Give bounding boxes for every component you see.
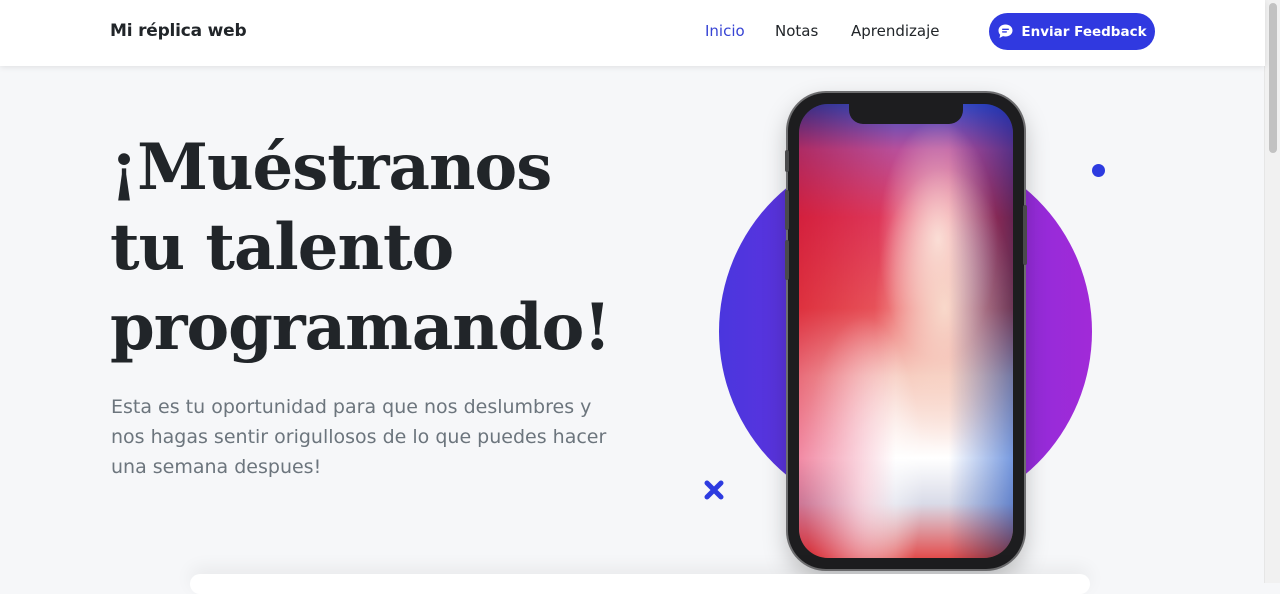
nav-link-aprendizaje[interactable]: Aprendizaje <box>851 22 940 40</box>
phone-notch <box>849 104 963 124</box>
hero-subtitle: Esta es tu oportunidad para que nos desl… <box>111 396 607 478</box>
navbar: Mi réplica web Inicio Notas Aprendizaje … <box>0 0 1265 66</box>
nav-link-inicio[interactable]: Inicio <box>705 22 745 40</box>
hero-title-line-2: tu talento <box>110 210 454 285</box>
phone-screen-wallpaper <box>799 104 1013 558</box>
scrollbar-thumb[interactable] <box>1269 3 1277 153</box>
hero-title-line-1: ¡Muéstranos <box>110 130 552 205</box>
send-feedback-label: Enviar Feedback <box>1021 23 1147 40</box>
chat-bubble-icon <box>997 23 1014 40</box>
x-shape-icon <box>703 479 725 501</box>
phone-volume-down <box>785 240 789 280</box>
page-scrollbar[interactable] <box>1264 0 1280 583</box>
hero-title-line-3: programando! <box>110 290 611 365</box>
phone-mockup-image <box>788 93 1024 569</box>
send-feedback-button[interactable]: Enviar Feedback <box>989 13 1155 50</box>
next-section-card-edge <box>190 574 1090 594</box>
nav-link-notas[interactable]: Notas <box>775 22 818 40</box>
phone-power-button <box>1023 205 1027 265</box>
dot-icon <box>1092 164 1105 177</box>
phone-side-button <box>785 150 789 172</box>
hero-title: ¡Muéstranos tu talento programando! <box>110 128 670 368</box>
brand-logo[interactable]: Mi réplica web <box>110 21 247 41</box>
phone-volume-up <box>785 190 789 230</box>
